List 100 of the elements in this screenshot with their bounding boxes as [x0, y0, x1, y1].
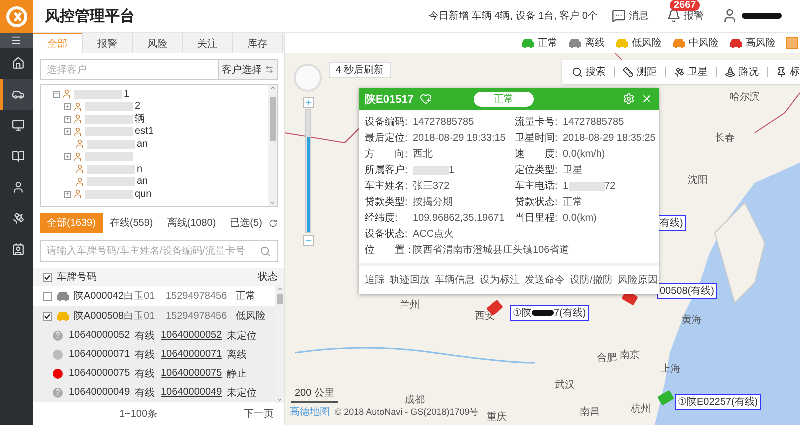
- person-icon: [73, 126, 83, 137]
- messages-button[interactable]: 消息: [612, 9, 649, 23]
- device-row[interactable]: 10640000075 有线 10640000075 静止: [33, 364, 275, 383]
- field-value: 1: [413, 165, 455, 177]
- card-number-link[interactable]: 10640000052: [161, 330, 221, 341]
- customer-name[interactable]: est1: [135, 126, 154, 138]
- alarm-button[interactable]: 报警: [667, 9, 704, 23]
- field-label: 卫星时间:: [515, 133, 559, 145]
- menu-icon[interactable]: [0, 33, 33, 48]
- search-icon[interactable]: [260, 246, 271, 256]
- expand-toggle[interactable]: [64, 153, 71, 160]
- city-label: 沈阳: [688, 174, 708, 187]
- field-value: 卫星: [563, 165, 583, 177]
- customer-name[interactable]: n: [137, 164, 143, 175]
- vehicle-label[interactable]: 00508(有线): [657, 283, 718, 299]
- select-all-checkbox[interactable]: [43, 272, 52, 282]
- settings-icon[interactable]: [623, 93, 635, 105]
- device-row[interactable]: ? 10640000049 有线 10640000049 未定位: [33, 383, 275, 402]
- field-value: 1 72: [563, 181, 616, 193]
- field-label: 方 向:: [365, 149, 409, 161]
- pin-icon: [776, 66, 787, 78]
- map-tool-button[interactable]: 搜索: [572, 65, 606, 79]
- device-status: 未定位: [227, 386, 258, 400]
- car-marker-icon[interactable]: [657, 390, 675, 406]
- phone-number: 15294978456: [166, 290, 228, 302]
- vehicle-status: 低风险: [236, 310, 267, 323]
- app-title: 风控管理平台: [45, 6, 136, 26]
- scroll-thumb[interactable]: [270, 97, 276, 141]
- popup-action-link[interactable]: 追踪: [365, 273, 385, 287]
- filter-tab[interactable]: 已选(5): [223, 213, 270, 233]
- map-tool-button[interactable]: 标: [776, 65, 800, 79]
- vehicle-label[interactable]: ①陕 7(有线): [510, 305, 590, 321]
- city-label: 杭州: [631, 402, 651, 416]
- redacted-username: [742, 13, 782, 19]
- customer-name[interactable]: 1: [124, 88, 130, 100]
- favorite-icon[interactable]: [420, 93, 432, 105]
- city-label: 哈尔滨: [730, 90, 760, 104]
- expand-toggle[interactable]: [64, 116, 71, 123]
- scrollbar[interactable]: [268, 85, 277, 206]
- customer-select-button[interactable]: 客户选择: [219, 59, 278, 80]
- caret-down-icon[interactable]: [270, 200, 276, 206]
- row-checkbox[interactable]: [43, 312, 52, 320]
- card-number-link[interactable]: 10640000071: [161, 349, 221, 360]
- vehicle-label[interactable]: 有线): [657, 215, 686, 231]
- device-row[interactable]: 10640000071 有线 10640000071 离线: [33, 345, 275, 364]
- user-icon[interactable]: [722, 8, 738, 24]
- filter-tab[interactable]: 在线(559): [102, 213, 160, 233]
- swap-icon: [265, 65, 274, 74]
- scroll-thumb[interactable]: [276, 294, 282, 304]
- field-label: 流量卡号:: [515, 117, 559, 129]
- field-label: 经纬度:: [365, 213, 399, 225]
- zoom-slider[interactable]: [305, 109, 311, 233]
- next-page-link[interactable]: 下一页: [244, 407, 274, 421]
- bell-icon: [667, 9, 681, 23]
- popup-action-link[interactable]: 发送命令: [525, 273, 565, 287]
- caret-up-icon[interactable]: [270, 85, 276, 91]
- scrollbar[interactable]: [275, 286, 284, 403]
- person-icon: [75, 164, 85, 174]
- zoom-out-button[interactable]: [303, 235, 314, 246]
- expand-toggle[interactable]: [64, 128, 71, 136]
- popup-action-link[interactable]: 风险原因: [618, 273, 658, 287]
- customer-name[interactable]: qun: [135, 188, 152, 200]
- filter-tab[interactable]: 离线(1080): [160, 213, 224, 233]
- city-label: 武汉: [555, 378, 575, 392]
- person-icon: [75, 139, 85, 150]
- customer-name[interactable]: 2: [135, 101, 141, 112]
- popup-action-link[interactable]: 设防/撤防: [570, 273, 613, 287]
- row-checkbox[interactable]: [43, 292, 52, 300]
- map-tool-button[interactable]: 测距: [623, 65, 657, 79]
- map-tool-button[interactable]: 路况: [725, 65, 759, 79]
- zoom-in-button[interactable]: [303, 97, 314, 108]
- caret-down-icon[interactable]: [276, 397, 282, 403]
- person-icon: [73, 102, 83, 112]
- vehicle-label[interactable]: ①陕E02257(有线): [675, 394, 762, 410]
- close-icon[interactable]: [641, 93, 653, 105]
- vehicle-row[interactable]: 陕A000508白玉01 15294978456 低风险: [33, 306, 275, 326]
- popup-action-link[interactable]: 车辆信息: [435, 273, 475, 287]
- device-row[interactable]: ? 10640000052 有线 10640000052 未定位: [33, 326, 275, 345]
- owner-name: 白玉01: [124, 290, 156, 303]
- customer-name[interactable]: an: [137, 138, 148, 150]
- customer-name[interactable]: an: [137, 176, 148, 188]
- popup-action-link[interactable]: 轨迹回放: [390, 273, 430, 287]
- customer-name[interactable]: 辆: [135, 112, 145, 126]
- map-tool-button[interactable]: 卫星: [674, 65, 708, 79]
- car-icon[interactable]: [0, 79, 33, 110]
- field-value: 按揭分期: [413, 197, 453, 209]
- caret-up-icon[interactable]: [276, 286, 282, 292]
- refresh-countdown-button[interactable]: 4 秒后刷新: [329, 62, 391, 78]
- expand-toggle[interactable]: [64, 103, 71, 110]
- expand-toggle[interactable]: [64, 190, 71, 198]
- city-label: 上海: [661, 362, 681, 376]
- map-brand: 高德地图: [290, 406, 330, 419]
- city-label: 重庆: [487, 410, 507, 424]
- person-icon: [62, 89, 72, 100]
- card-number-link[interactable]: 10640000075: [161, 368, 221, 379]
- popup-action-link[interactable]: 设为标注: [480, 273, 520, 287]
- card-number-link[interactable]: 10640000049: [161, 387, 221, 398]
- collapse-toggle[interactable]: [53, 90, 60, 98]
- field-label: 最后定位:: [365, 133, 409, 145]
- alarm-count-badge: 2667: [670, 0, 700, 11]
